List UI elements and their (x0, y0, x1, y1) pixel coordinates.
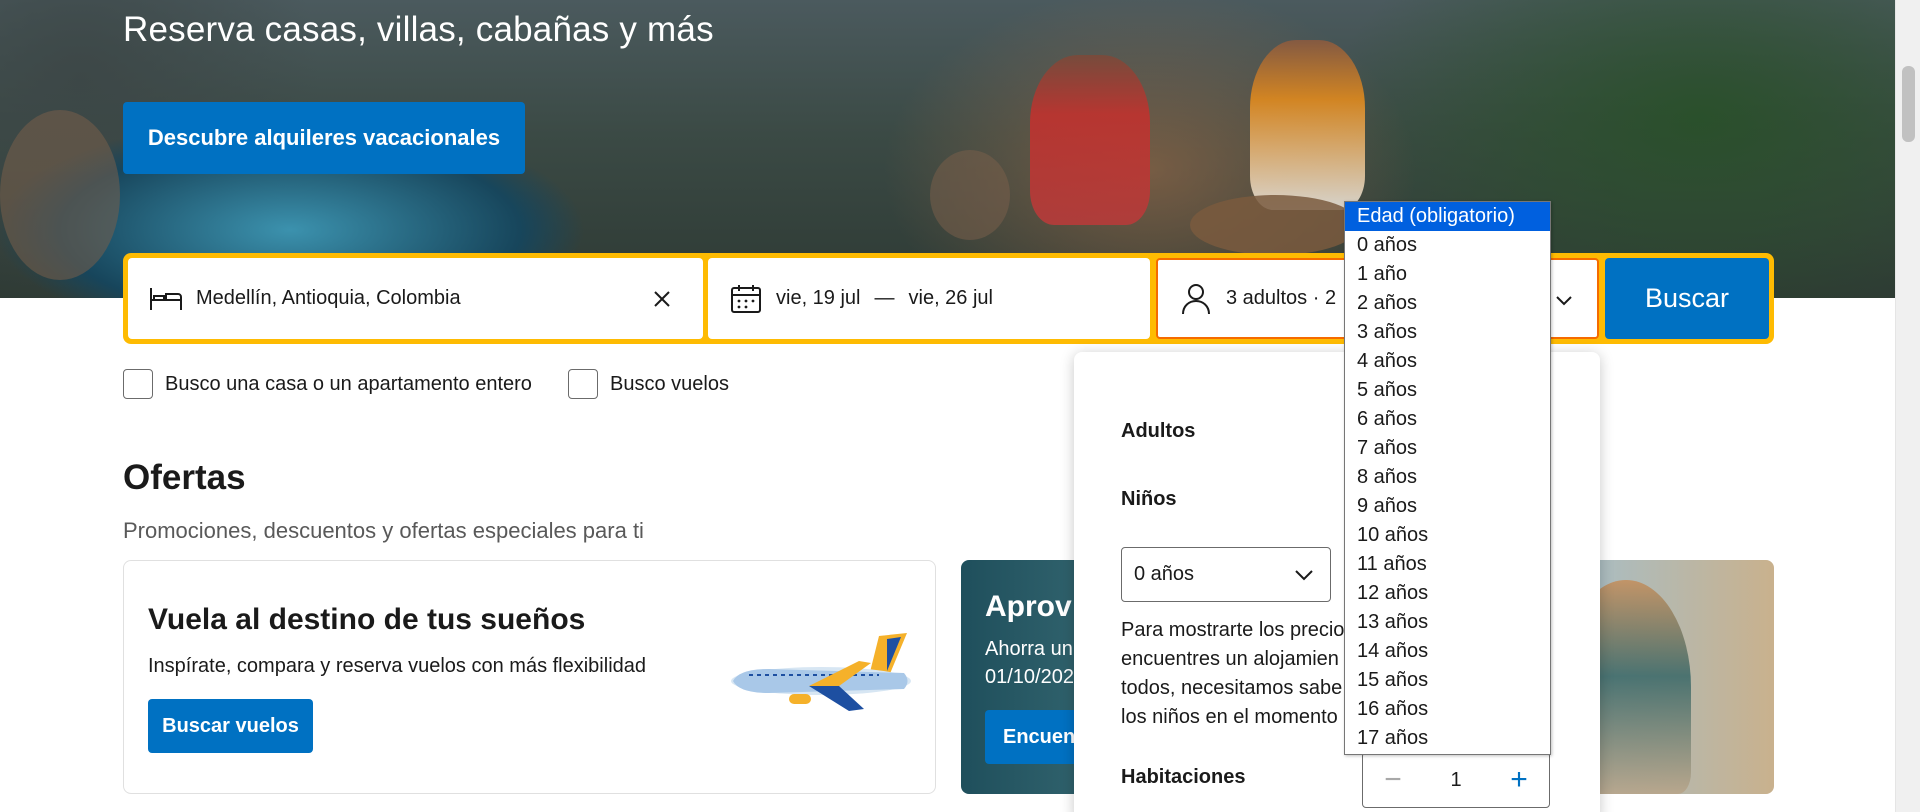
flights-offer-card: Vuela al destino de tus sueños Inspírate… (123, 560, 936, 794)
age-note-line: encuentres un alojamien (1121, 648, 1339, 670)
child-age-dropdown-list: Edad (obligatorio) 0 años 1 año 2 años 3… (1344, 201, 1551, 755)
offers-subtitle: Promociones, descuentos y ofertas especi… (123, 518, 644, 543)
search-button[interactable]: Buscar (1605, 258, 1769, 339)
entire-home-label: Busco una casa o un apartamento entero (165, 372, 532, 395)
child-age-select[interactable]: 0 años (1121, 547, 1331, 602)
age-option[interactable]: 8 años (1345, 463, 1550, 492)
hero-title: Reserva casas, villas, cabañas y más (123, 10, 714, 49)
hero-rock (930, 150, 1010, 240)
hero-table (1190, 195, 1360, 255)
destination-field[interactable]: Medellín, Antioquia, Colombia (128, 258, 703, 339)
offers-title: Ofertas (123, 458, 246, 497)
age-option[interactable]: 6 años (1345, 405, 1550, 434)
age-option[interactable]: 7 años (1345, 434, 1550, 463)
age-note-line: Para mostrarte los precio (1121, 619, 1345, 641)
entire-home-checkbox[interactable] (123, 369, 153, 399)
date-separator: — (874, 287, 895, 309)
rooms-stepper: − 1 + (1362, 752, 1550, 808)
person-icon (1176, 279, 1216, 319)
age-option[interactable]: 13 años (1345, 608, 1550, 637)
flights-label: Busco vuelos (610, 372, 729, 395)
entire-home-checkbox-row[interactable]: Busco una casa o un apartamento entero (123, 369, 532, 399)
rooms-value: 1 (1450, 768, 1462, 791)
age-option[interactable]: 10 años (1345, 521, 1550, 550)
chevron-down-icon[interactable] (1549, 286, 1579, 316)
bed-icon (146, 279, 186, 319)
age-option[interactable]: 1 año (1345, 260, 1550, 289)
age-option[interactable]: 3 años (1345, 318, 1550, 347)
age-note-line: los niños en el momento (1121, 706, 1338, 728)
age-option[interactable]: 12 años (1345, 579, 1550, 608)
child-age-value: 0 años (1134, 563, 1195, 585)
flights-checkbox-row[interactable]: Busco vuelos (568, 369, 729, 399)
children-label: Niños (1121, 488, 1177, 510)
chevron-down-icon (1294, 562, 1314, 594)
hero-person (1030, 55, 1150, 225)
close-icon[interactable] (647, 284, 677, 314)
rooms-label: Habitaciones (1121, 766, 1246, 788)
rooms-decrement-button[interactable]: − (1363, 753, 1423, 807)
destination-value: Medellín, Antioquia, Colombia (196, 287, 461, 309)
age-option[interactable]: 11 años (1345, 550, 1550, 579)
calendar-icon (726, 279, 766, 319)
flights-checkbox[interactable] (568, 369, 598, 399)
age-option[interactable]: 16 años (1345, 695, 1550, 724)
age-option[interactable]: 9 años (1345, 492, 1550, 521)
age-option[interactable]: 2 años (1345, 289, 1550, 318)
flights-card-title: Vuela al destino de tus sueños (148, 603, 586, 636)
age-option[interactable]: 0 años (1345, 231, 1550, 260)
age-option[interactable]: 15 años (1345, 666, 1550, 695)
age-note: Para mostrarte los precio encuentres un … (1121, 616, 1344, 732)
check-in-date: vie, 19 jul (776, 287, 861, 309)
promo-card-text: Ahorra un (985, 638, 1073, 660)
rooms-increment-button[interactable]: + (1489, 753, 1549, 807)
page-scrollbar[interactable] (1895, 0, 1920, 812)
airplane-illustration (731, 633, 911, 711)
check-out-date: vie, 26 jul (908, 287, 994, 309)
age-option[interactable]: 14 años (1345, 637, 1550, 666)
promo-card-title: Aprov (985, 590, 1072, 623)
scrollbar-thumb[interactable] (1902, 66, 1915, 142)
adults-label: Adultos (1121, 420, 1196, 442)
discover-rentals-button[interactable]: Descubre alquileres vacacionales (123, 102, 525, 174)
age-option[interactable]: 4 años (1345, 347, 1550, 376)
age-option[interactable]: 17 años (1345, 724, 1550, 753)
age-note-line: todos, necesitamos sabe (1121, 677, 1343, 699)
flights-card-text: Inspírate, compara y reserva vuelos con … (148, 655, 647, 677)
dates-field[interactable]: vie, 19 jul — vie, 26 jul (708, 258, 1150, 339)
hero-person (1250, 40, 1365, 210)
age-option[interactable]: 5 años (1345, 376, 1550, 405)
hero-rock (0, 110, 120, 280)
guests-summary: 3 adultos · 2 (1226, 287, 1337, 309)
search-flights-button[interactable]: Buscar vuelos (148, 699, 313, 753)
promo-card-date: 01/10/202 (985, 666, 1074, 688)
age-option[interactable]: Edad (obligatorio) (1345, 202, 1550, 231)
